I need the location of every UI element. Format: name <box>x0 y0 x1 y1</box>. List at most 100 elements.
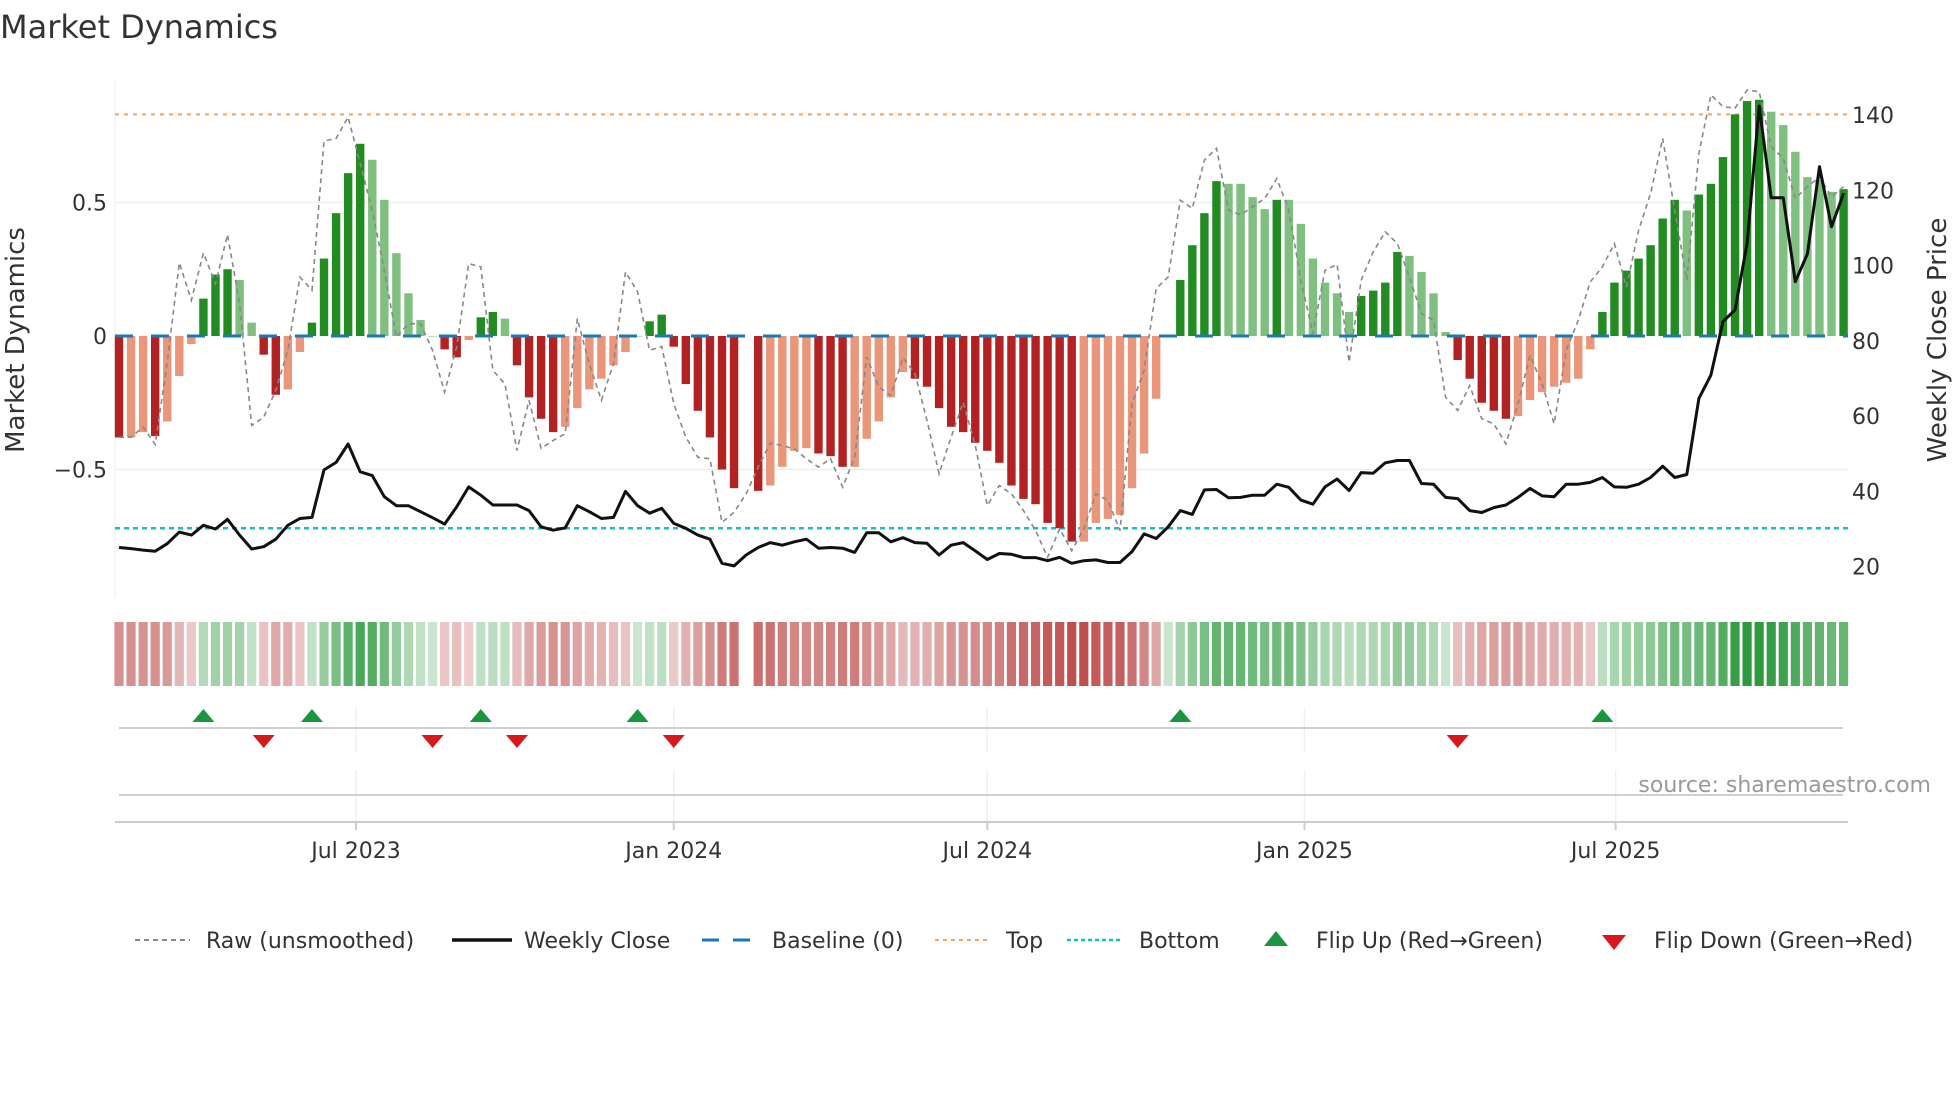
momentum-bar <box>223 269 232 336</box>
heat-cell <box>1428 622 1439 686</box>
heat-cell <box>693 622 703 686</box>
momentum-bar <box>1007 336 1016 486</box>
heat-cell <box>910 622 920 686</box>
heat-cell <box>862 622 872 686</box>
momentum-bar <box>838 336 847 467</box>
momentum-bar <box>922 336 932 387</box>
heat-cell <box>210 622 221 686</box>
momentum-bar <box>621 336 630 353</box>
heat-cell <box>1802 622 1812 686</box>
heat-cell <box>946 622 956 686</box>
heat-cell <box>1018 622 1029 686</box>
momentum-bar <box>898 336 908 373</box>
flip-up-marker <box>1169 709 1192 722</box>
momentum-bar <box>1622 270 1631 336</box>
heat-cell <box>608 622 619 686</box>
momentum-bar <box>428 336 437 337</box>
momentum-bar <box>271 336 280 395</box>
heat-cell <box>536 622 546 686</box>
momentum-bar <box>1320 282 1330 336</box>
heat-cell <box>789 622 799 686</box>
heat-cell <box>247 622 257 686</box>
heat-cell <box>126 622 136 686</box>
momentum-bar <box>778 336 787 467</box>
momentum-bar <box>464 336 473 341</box>
momentum-bar <box>1718 157 1728 336</box>
y2-tick-label: 100 <box>1852 255 1894 280</box>
heat-cell <box>367 622 377 686</box>
flip-down-marker <box>1446 735 1469 748</box>
heat-cell <box>150 622 160 686</box>
momentum-bar <box>1501 336 1511 419</box>
heat-cell <box>1658 622 1668 686</box>
heat-cell <box>1139 622 1149 686</box>
heat-cell <box>548 622 558 686</box>
heat-cell <box>1320 622 1330 686</box>
heat-cell <box>898 622 908 686</box>
heat-cell <box>500 622 510 686</box>
heat-cell <box>271 622 281 686</box>
heat-cell <box>1501 622 1511 686</box>
heat-cell <box>1272 622 1282 686</box>
momentum-bar <box>946 336 956 427</box>
heat-cell <box>934 622 944 686</box>
y-tick-label: −0.5 <box>54 459 107 484</box>
momentum-bar <box>126 336 136 438</box>
momentum-bar <box>1694 194 1704 336</box>
momentum-bar <box>862 336 871 439</box>
heat-cell <box>1380 622 1390 686</box>
heat-cell <box>186 622 196 686</box>
heat-cell <box>1549 622 1559 686</box>
heat-cell <box>1248 622 1258 686</box>
heat-cell <box>138 622 148 686</box>
momentum-bar <box>1381 282 1390 336</box>
legend-label-flip-down: Flip Down (Green→Red) <box>1654 929 1913 954</box>
heat-cell <box>1392 622 1402 686</box>
momentum-bar <box>1658 218 1667 336</box>
flip-down-marker <box>252 735 275 748</box>
x-tick-label: Jan 2024 <box>623 839 722 864</box>
heat-cell <box>1778 622 1788 686</box>
momentum-bar <box>163 336 172 422</box>
momentum-bar <box>802 336 811 449</box>
momentum-bar <box>1706 183 1716 336</box>
legend: Raw (unsmoothed) Weekly Close Baseline (0)… <box>135 929 1913 954</box>
momentum-bar <box>476 317 485 336</box>
heat-cell <box>1368 622 1378 686</box>
heat-cell <box>1453 622 1463 686</box>
momentum-bar <box>681 336 691 385</box>
heat-cell <box>1091 622 1101 686</box>
heat-cell <box>415 622 426 686</box>
heat-cell <box>1067 622 1077 686</box>
momentum-bar <box>1115 336 1125 515</box>
flip-down-marker <box>662 735 685 748</box>
momentum-bar <box>1682 210 1691 336</box>
momentum-bar <box>1767 111 1776 336</box>
momentum-bar <box>1308 258 1318 336</box>
heat-cell <box>198 622 209 686</box>
heat-cell <box>874 622 884 686</box>
heat-cell <box>427 622 438 686</box>
heat-cell <box>1682 622 1692 686</box>
heat-cell <box>1211 622 1222 686</box>
heat-cell <box>850 622 860 686</box>
heat-cell <box>464 622 474 686</box>
momentum-bar <box>1248 197 1257 336</box>
heat-cell <box>1646 622 1656 686</box>
heat-cell <box>331 622 341 686</box>
momentum-bar <box>1067 336 1076 542</box>
heat-cell <box>1235 622 1246 686</box>
momentum-bar <box>1477 336 1486 403</box>
heat-cell <box>452 622 462 686</box>
momentum-bar <box>440 336 449 350</box>
axes: 0.5 0 −0.5 140 120 100 80 60 40 20 Jul 2023 Jan 202… <box>54 104 1894 864</box>
momentum-bar <box>874 336 883 422</box>
heat-cell <box>632 622 643 686</box>
heat-cell <box>729 622 739 686</box>
momentum-bar <box>1670 199 1679 336</box>
heat-cell <box>886 622 896 686</box>
momentum-bar <box>693 336 703 411</box>
heat-cell <box>705 622 715 686</box>
heat-cell <box>1597 622 1607 686</box>
heat-cell <box>1344 622 1354 686</box>
